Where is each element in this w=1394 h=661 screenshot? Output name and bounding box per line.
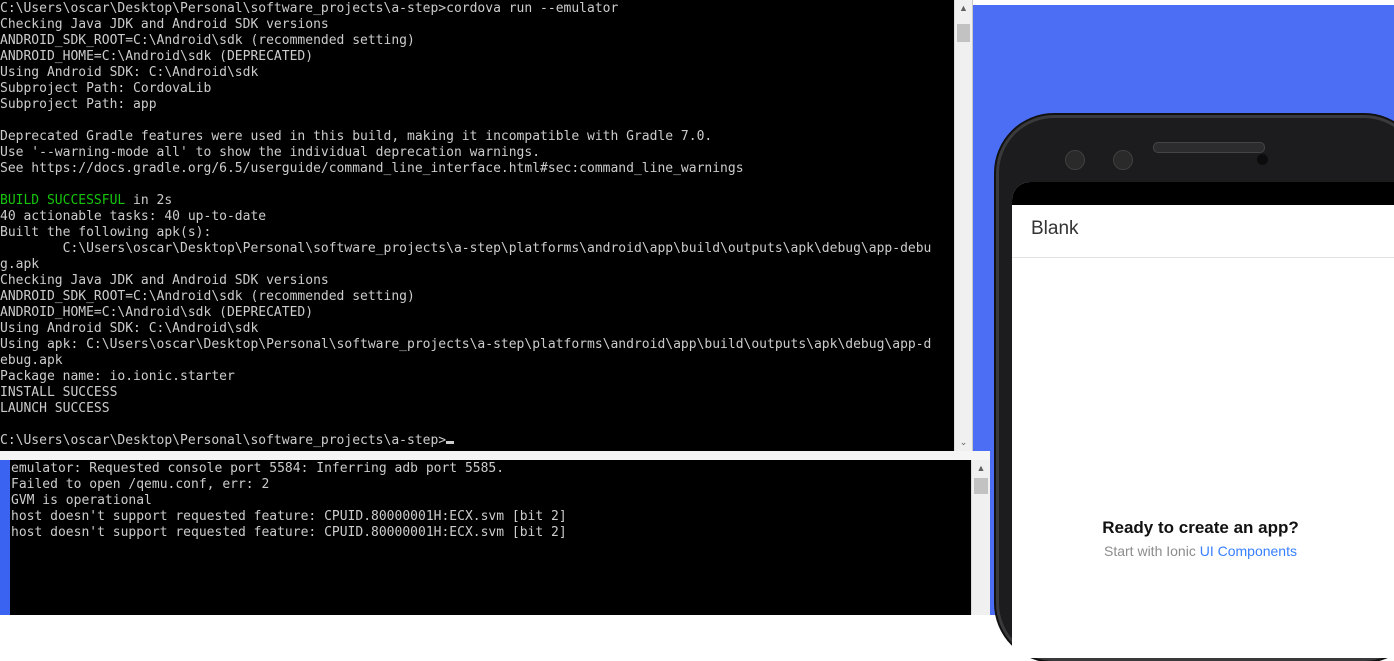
android-emulator-device: Blank Ready to create an app? Start with… (996, 115, 1394, 661)
terminal-line-text: See https://docs.gradle.org/6.5/userguid… (0, 161, 744, 176)
emulator-log-line: GVM is operational (11, 493, 152, 508)
terminal-line-text: LAUNCH SUCCESS (0, 401, 110, 416)
empty-state-subtitle: Start with Ionic UI Components (1012, 543, 1389, 559)
emulator-log-line: host doesn't support requested feature: … (11, 509, 567, 524)
emulator-log-scrollbar[interactable]: ▲ (971, 460, 990, 615)
terminal-line: ANDROID_HOME=C:\Android\sdk (DEPRECATED) (0, 305, 954, 321)
window-divider (0, 451, 990, 460)
window-edge-strip (0, 460, 10, 615)
terminal-scrollbar[interactable]: ▲ ⌄ (954, 0, 972, 451)
terminal-line-text: Using apk: C:\Users\oscar\Desktop\Person… (0, 337, 932, 352)
emulator-log-line: emulator: Requested console port 5584: I… (11, 461, 505, 476)
scroll-down-icon[interactable]: ⌄ (955, 434, 972, 451)
terminal-line-text: Deprecated Gradle features were used in … (0, 129, 713, 144)
empty-state-heading: Ready to create an app? (1102, 518, 1299, 537)
front-camera-icon (1065, 150, 1085, 170)
app-toolbar: Blank (1012, 205, 1394, 258)
terminal-line: LAUNCH SUCCESS (0, 401, 954, 417)
terminal-line: Use '--warning-mode all' to show the ind… (0, 145, 954, 161)
terminal-line-text: 40 actionable tasks: 40 up-to-date (0, 209, 267, 224)
terminal-line-text: C:\Users\oscar\Desktop\Personal\software… (0, 241, 932, 256)
terminal-line: C:\Users\oscar\Desktop\Personal\software… (0, 433, 954, 449)
terminal-line: Checking Java JDK and Android SDK versio… (0, 17, 954, 33)
terminal-line: Subproject Path: app (0, 97, 954, 113)
terminal-output[interactable]: C:\Users\oscar\Desktop\Personal\software… (0, 1, 954, 451)
proximity-sensor (1257, 154, 1268, 165)
terminal-window-emulator[interactable]: emulator: Requested console port 5584: I… (0, 460, 990, 615)
terminal-line-text: Using Android SDK: C:\Android\sdk (0, 65, 259, 80)
build-status-text: BUILD SUCCESSFUL (0, 193, 126, 208)
phone-speaker (1153, 142, 1265, 153)
scrollbar-thumb[interactable] (974, 478, 988, 494)
empty-state: Ready to create an app? Start with Ionic… (1012, 518, 1394, 559)
terminal-line-text: Subproject Path: app (0, 97, 157, 112)
scrollbar-thumb[interactable] (957, 24, 970, 42)
terminal-line-text: Checking Java JDK and Android SDK versio… (0, 17, 329, 32)
phone-screen[interactable]: Blank Ready to create an app? Start with… (1012, 182, 1394, 658)
terminal-line: 40 actionable tasks: 40 up-to-date (0, 209, 954, 225)
terminal-line: Subproject Path: CordovaLib (0, 81, 954, 97)
terminal-line: Using Android SDK: C:\Android\sdk (0, 321, 954, 337)
terminal-line: C:\Users\oscar\Desktop\Personal\software… (0, 1, 954, 17)
terminal-line: ebug.apk (0, 353, 954, 369)
terminal-line: ANDROID_SDK_ROOT=C:\Android\sdk (recomme… (0, 33, 954, 49)
terminal-line: See https://docs.gradle.org/6.5/userguid… (0, 161, 954, 177)
terminal-line: BUILD SUCCESSFUL in 2s (0, 193, 954, 209)
terminal-line-text: Package name: io.ionic.starter (0, 369, 235, 384)
toolbar-title: Blank (1031, 218, 1079, 239)
terminal-line-text: g.apk (0, 257, 40, 272)
terminal-line-text: INSTALL SUCCESS (0, 385, 118, 400)
terminal-line-text: Checking Java JDK and Android SDK versio… (0, 273, 329, 288)
terminal-line-text: ANDROID_SDK_ROOT=C:\Android\sdk (recomme… (0, 33, 415, 48)
terminal-line: Built the following apk(s): (0, 225, 954, 241)
terminal-line-text: ANDROID_HOME=C:\Android\sdk (DEPRECATED) (0, 49, 314, 64)
terminal-line: Using apk: C:\Users\oscar\Desktop\Person… (0, 337, 954, 353)
terminal-line-text: in 2s (125, 193, 173, 208)
terminal-line-text: Built the following apk(s): (0, 225, 212, 240)
terminal-line: Deprecated Gradle features were used in … (0, 129, 954, 145)
terminal-line-text: Using Android SDK: C:\Android\sdk (0, 321, 259, 336)
scroll-up-icon[interactable]: ▲ (955, 0, 972, 17)
terminal-line: Using Android SDK: C:\Android\sdk (0, 65, 954, 81)
terminal-line: ANDROID_HOME=C:\Android\sdk (DEPRECATED) (0, 49, 954, 65)
terminal-line-text: ANDROID_HOME=C:\Android\sdk (DEPRECATED) (0, 305, 314, 320)
emulator-log-line: host doesn't support requested feature: … (11, 525, 567, 540)
emulator-log-line: Failed to open /qemu.conf, err: 2 (11, 477, 270, 492)
terminal-line: ANDROID_SDK_ROOT=C:\Android\sdk (recomme… (0, 289, 954, 305)
subtitle-text: Start with Ionic (1104, 543, 1200, 559)
ui-components-link[interactable]: UI Components (1200, 543, 1297, 559)
status-bar (1012, 182, 1394, 205)
terminal-line: INSTALL SUCCESS (0, 385, 954, 401)
terminal-line: Package name: io.ionic.starter (0, 369, 954, 385)
emulator-log-output[interactable]: emulator: Requested console port 5584: I… (11, 461, 970, 615)
terminal-line: Checking Java JDK and Android SDK versio… (0, 273, 954, 289)
terminal-window-main[interactable]: C:\Users\oscar\Desktop\Personal\software… (0, 0, 973, 452)
terminal-line-text: ANDROID_SDK_ROOT=C:\Android\sdk (recomme… (0, 289, 415, 304)
terminal-line-text: ebug.apk (0, 353, 63, 368)
front-camera-icon (1113, 150, 1133, 170)
terminal-line-text: C:\Users\oscar\Desktop\Personal\software… (0, 433, 447, 448)
terminal-line-text: C:\Users\oscar\Desktop\Personal\software… (0, 1, 619, 16)
scroll-up-icon[interactable]: ▲ (972, 460, 990, 477)
terminal-line-text: Subproject Path: CordovaLib (0, 81, 212, 96)
text-cursor (446, 441, 455, 444)
terminal-line: C:\Users\oscar\Desktop\Personal\software… (0, 241, 954, 257)
terminal-line-text: Use '--warning-mode all' to show the ind… (0, 145, 541, 160)
terminal-line: g.apk (0, 257, 954, 273)
